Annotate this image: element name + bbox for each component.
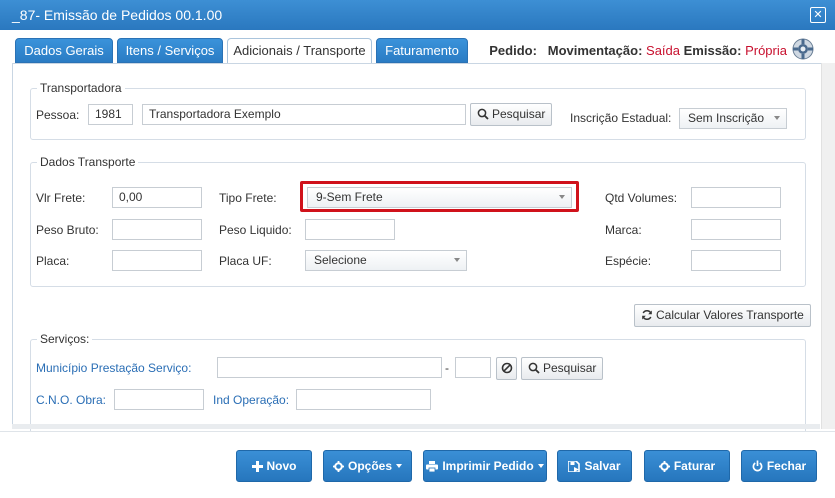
pesquisar-transportadora-button[interactable]: Pesquisar: [470, 103, 553, 126]
municipio-dash: -: [445, 361, 449, 375]
printer-icon: [426, 461, 439, 473]
tipo-frete-highlight: [300, 181, 579, 212]
tab-dados-gerais[interactable]: Dados Gerais: [15, 38, 113, 63]
pedido-label: Pedido:: [489, 43, 537, 58]
novo-label: Novo: [266, 459, 297, 473]
tab-bar: Dados Gerais Itens / Serviços Adicionais…: [0, 30, 835, 65]
servicos-group: Serviços: Município Prestação Serviço: -…: [30, 332, 806, 436]
vlr-frete-input[interactable]: 0,00: [112, 187, 202, 208]
pesquisar-label: Pesquisar: [492, 107, 546, 121]
transportadora-legend: Transportadora: [37, 81, 125, 95]
dados-transporte-group: Dados Transporte Vlr Frete: 0,00 Tipo Fr…: [30, 155, 806, 287]
peso-liquido-input[interactable]: [305, 219, 395, 240]
placa-uf-value: Selecione: [314, 253, 367, 267]
chevron-down-icon: [454, 258, 460, 262]
ind-operacao-input[interactable]: [296, 389, 431, 410]
search-icon: [528, 362, 540, 374]
municipio-label: Município Prestação Serviço:: [36, 361, 192, 375]
cog-icon: [332, 461, 344, 472]
pessoa-label: Pessoa:: [36, 108, 80, 122]
municipio-input[interactable]: [217, 357, 442, 378]
caret-down-icon: [396, 464, 402, 468]
vlr-frete-label: Vlr Frete:: [36, 191, 86, 205]
search-icon: [477, 108, 489, 120]
tab-content-panel: Transportadora Pessoa: 1981 Transportado…: [12, 63, 822, 436]
vertical-scrollbar[interactable]: [821, 63, 835, 429]
especie-label: Espécie:: [605, 254, 652, 268]
peso-liquido-label: Peso Liquido:: [219, 223, 292, 237]
emissao-label: Emissão:: [683, 43, 742, 58]
movimentacao-label: Movimentação:: [547, 43, 643, 58]
fechar-label: Fechar: [766, 459, 807, 473]
novo-button[interactable]: Novo: [236, 450, 312, 482]
tipo-frete-label: Tipo Frete:: [219, 191, 277, 205]
tab-adicionais-transporte[interactable]: Adicionais / Transporte: [227, 38, 372, 65]
save-icon: [567, 460, 581, 473]
window-titlebar: _87- Emissão de Pedidos 00.1.00 ✕: [0, 0, 835, 30]
pessoa-code-input[interactable]: 1981: [88, 104, 133, 125]
faturar-label: Faturar: [673, 459, 716, 473]
marca-input[interactable]: [691, 219, 781, 240]
footer-toolbar: Novo Opções Imprimir Pedido Salvar Fatur…: [0, 431, 835, 498]
plus-icon: [251, 461, 263, 472]
tab-itens-servicos[interactable]: Itens / Serviços: [117, 38, 223, 63]
marca-label: Marca:: [605, 223, 642, 237]
opcoes-label: Opções: [347, 459, 392, 473]
inscricao-select[interactable]: Sem Inscrição: [679, 108, 787, 129]
cno-input[interactable]: [114, 389, 204, 410]
placa-uf-label: Placa UF:: [219, 254, 272, 268]
cno-label: C.N.O. Obra:: [36, 393, 107, 407]
caret-down-icon: [537, 464, 544, 468]
opcoes-button[interactable]: Opções: [323, 450, 412, 482]
gear-icon[interactable]: [791, 37, 815, 61]
power-icon: [752, 460, 763, 472]
qtd-volumes-input[interactable]: [691, 187, 781, 208]
clear-button[interactable]: [496, 357, 517, 380]
municipio-extra-input[interactable]: [455, 357, 491, 378]
pessoa-name-input[interactable]: Transportadora Exemplo: [142, 104, 466, 125]
salvar-button[interactable]: Salvar: [557, 450, 632, 482]
dados-transporte-legend: Dados Transporte: [37, 155, 139, 169]
emissao-value: Própria: [745, 43, 787, 58]
placa-uf-select[interactable]: Selecione: [305, 250, 467, 271]
pesquisar-label: Pesquisar: [543, 361, 597, 375]
pedido-info: Pedido: Movimentação: Saída Emissão: Pró…: [489, 43, 787, 58]
faturar-button[interactable]: Faturar: [644, 450, 730, 482]
salvar-label: Salvar: [584, 459, 621, 473]
window-title: _87- Emissão de Pedidos 00.1.00: [12, 7, 223, 23]
tab-faturamento[interactable]: Faturamento: [376, 38, 468, 63]
imprimir-pedido-button[interactable]: Imprimir Pedido: [423, 450, 547, 482]
chevron-down-icon: [774, 116, 780, 120]
fechar-button[interactable]: Fechar: [741, 450, 817, 482]
pesquisar-municipio-button[interactable]: Pesquisar: [521, 357, 604, 380]
refresh-icon: [642, 310, 652, 320]
movimentacao-value: Saída: [646, 43, 681, 58]
servicos-legend: Serviços:: [37, 332, 93, 346]
transportadora-group: Transportadora Pessoa: 1981 Transportado…: [30, 81, 806, 140]
placa-label: Placa:: [36, 254, 70, 268]
inscricao-label: Inscrição Estadual:: [570, 111, 672, 125]
inscricao-value: Sem Inscrição: [688, 111, 765, 125]
imprimir-label: Imprimir Pedido: [442, 459, 534, 473]
calcular-label: Calcular Valores Transporte: [656, 308, 804, 322]
ind-operacao-label: Ind Operação:: [213, 393, 290, 407]
calcular-valores-button[interactable]: Calcular Valores Transporte: [634, 304, 811, 327]
especie-input[interactable]: [691, 250, 781, 271]
peso-bruto-label: Peso Bruto:: [36, 223, 99, 237]
cog-icon: [658, 461, 670, 472]
horizontal-scrollbar[interactable]: [12, 424, 820, 429]
ban-icon: [501, 362, 512, 374]
peso-bruto-input[interactable]: [112, 219, 202, 240]
placa-input[interactable]: [112, 250, 202, 271]
close-icon[interactable]: ✕: [810, 7, 826, 23]
qtd-volumes-label: Qtd Volumes:: [605, 191, 678, 205]
